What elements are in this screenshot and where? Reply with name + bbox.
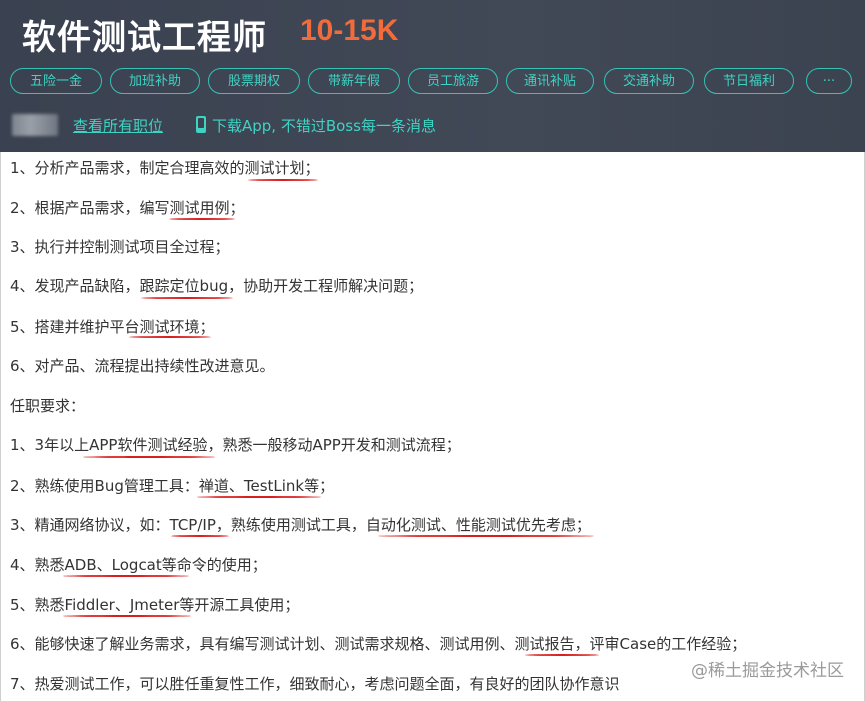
description-line: 6、对产品、流程提出持续性改进意见。 [10,357,275,375]
benefit-tag[interactable]: 交通补助 [604,68,694,94]
red-underline [63,615,191,617]
red-underline [525,654,599,656]
red-underline [83,456,215,458]
red-underline [171,535,229,537]
watermark: @稀土掘金技术社区 [691,661,844,681]
description-line: 3、执行并控制测试项目全过程； [10,238,230,256]
red-underline [169,218,235,220]
salary-range: 10-15K [300,14,399,47]
requirements-heading: 任职要求： [10,397,86,415]
description-line: 4、熟悉ADB、Logcat等命令的使用； [10,556,267,574]
job-header: 软件测试工程师 10-15K 五险一金 加班补助 股票期权 带薪年假 员工旅游 … [0,0,865,152]
benefit-tag[interactable]: 节日福利 [704,68,794,94]
phone-icon [196,116,206,133]
company-row: 查看所有职位 下载App, 不错过Boss每一条消息 [0,112,865,140]
red-underline [248,179,318,181]
app-download-link[interactable]: 下载App, 不错过Boss每一条消息 [212,115,436,136]
benefit-tags: 五险一金 加班补助 股票期权 带薪年假 员工旅游 通讯补贴 交通补助 节日福利 … [10,68,865,98]
description-line: 5、搭建并维护平台测试环境； [10,318,215,336]
view-all-jobs-link[interactable]: 查看所有职位 [73,115,163,136]
red-underline [63,575,189,577]
description-line: 7、热爱测试工作，可以胜任重复性工作，细致耐心，考虑问题全面，有良好的团队协作意… [10,675,620,693]
benefit-tag[interactable]: 员工旅游 [408,68,498,94]
red-underline [141,297,233,299]
description-line: 2、熟练使用Bug管理工具：禅道、TestLink等； [10,477,335,495]
job-title: 软件测试工程师 [22,18,267,58]
benefit-tag[interactable]: 通讯补贴 [506,68,594,94]
description-line: 1、3年以上APP软件测试经验，熟悉一般移动APP开发和测试流程； [10,436,461,454]
benefit-tag[interactable]: 加班补助 [110,68,200,94]
job-description: 1、分析产品需求，制定合理高效的测试计划； 2、根据产品需求，编写测试用例； 3… [0,152,865,701]
description-line: 6、能够快速了解业务需求，具有编写测试计划、测试需求规格、测试用例、测试报告，评… [10,635,747,653]
description-line: 5、熟悉Fiddler、Jmeter等开源工具使用； [10,596,300,614]
company-logo [12,114,58,136]
description-line: 4、发现产品缺陷，跟踪定位bug，协助开发工程师解决问题； [10,277,424,295]
benefit-tag[interactable]: 带薪年假 [308,68,400,94]
red-underline [378,535,594,537]
more-tags-button[interactable]: ··· [806,68,852,94]
description-line: 2、根据产品需求，编写测试用例； [10,199,245,217]
benefit-tag[interactable]: 股票期权 [208,68,300,94]
description-line: 3、精通网络协议，如：TCP/IP，熟练使用测试工具，自动化测试、性能测试优先考… [10,516,591,534]
description-line: 1、分析产品需求，制定合理高效的测试计划； [10,159,320,177]
red-underline [197,496,321,498]
benefit-tag[interactable]: 五险一金 [10,68,102,94]
red-underline [129,336,211,338]
